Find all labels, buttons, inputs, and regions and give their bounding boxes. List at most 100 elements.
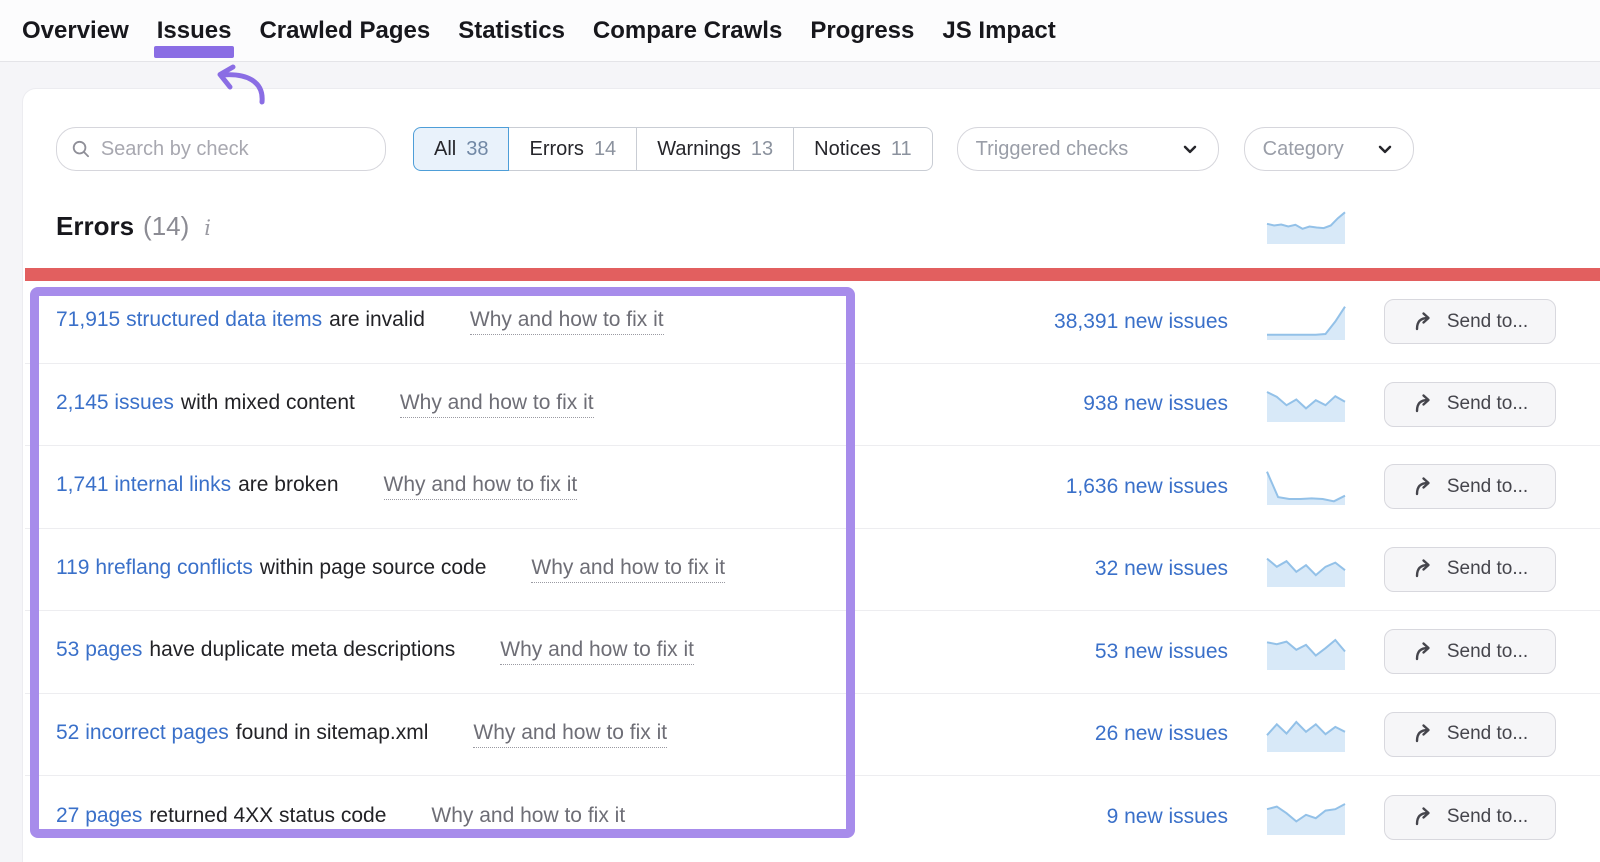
tab-statistics[interactable]: Statistics <box>458 17 565 45</box>
trend-sparkline <box>1266 798 1346 836</box>
issue-text: have duplicate meta descriptions <box>149 638 455 662</box>
issue-text: with mixed content <box>181 391 355 415</box>
issue-row: 2,145 issues with mixed content Why and … <box>25 364 1600 447</box>
filter-count: 13 <box>751 138 773 161</box>
filter-label: Notices <box>814 138 881 161</box>
top-nav: Overview Issues Crawled Pages Statistics… <box>0 0 1600 62</box>
tab-crawled-pages[interactable]: Crawled Pages <box>259 17 430 45</box>
send-to-button[interactable]: Send to... <box>1384 712 1556 757</box>
filter-label: Errors <box>529 138 583 161</box>
issue-link[interactable]: 27 pages <box>56 804 142 828</box>
tab-overview[interactable]: Overview <box>22 17 129 45</box>
filter-notices[interactable]: Notices 11 <box>794 127 932 171</box>
issues-table: 71,915 structured data items are invalid… <box>25 281 1600 859</box>
issue-link[interactable]: 119 hreflang conflicts <box>56 556 253 580</box>
issue-row: 52 incorrect pages found in sitemap.xml … <box>25 694 1600 777</box>
issue-text: are broken <box>238 473 338 497</box>
dropdown-label: Triggered checks <box>976 138 1129 161</box>
section-count: (14) <box>143 211 189 242</box>
trend-sparkline <box>1266 633 1346 671</box>
filter-count: 11 <box>891 138 912 161</box>
issue-row: 1,741 internal links are broken Why and … <box>25 446 1600 529</box>
why-how-to-fix-link[interactable]: Why and how to fix it <box>400 391 594 418</box>
why-how-to-fix-link[interactable]: Why and how to fix it <box>531 556 725 583</box>
search-by-check <box>56 127 386 171</box>
why-how-to-fix-link[interactable]: Why and how to fix it <box>473 721 667 748</box>
send-to-button[interactable]: Send to... <box>1384 629 1556 674</box>
send-to-label: Send to... <box>1447 806 1528 828</box>
trend-sparkline <box>1266 468 1346 506</box>
trend-sparkline <box>1266 715 1346 753</box>
issue-link[interactable]: 71,915 structured data items <box>56 308 322 332</box>
new-issues-link[interactable]: 26 new issues <box>1095 722 1228 745</box>
dropdown-label: Category <box>1263 138 1344 161</box>
filter-count: 38 <box>466 138 488 161</box>
section-title: Errors <box>56 211 134 242</box>
issue-text: found in sitemap.xml <box>236 721 429 745</box>
new-issues-link[interactable]: 38,391 new issues <box>1054 310 1228 333</box>
triggered-checks-dropdown[interactable]: Triggered checks <box>957 127 1219 171</box>
forward-arrow-icon <box>1412 640 1436 664</box>
filter-warnings[interactable]: Warnings 13 <box>637 127 794 171</box>
issue-row: 27 pages returned 4XX status code Why an… <box>25 776 1600 859</box>
issue-link[interactable]: 1,741 internal links <box>56 473 231 497</box>
trend-sparkline <box>1266 550 1346 588</box>
issue-link[interactable]: 53 pages <box>56 638 142 662</box>
new-issues-link[interactable]: 9 new issues <box>1107 805 1228 828</box>
issue-row: 53 pages have duplicate meta description… <box>25 611 1600 694</box>
send-to-label: Send to... <box>1447 641 1528 663</box>
errors-severity-bar <box>25 268 1600 281</box>
info-icon[interactable]: i <box>204 216 211 240</box>
search-input[interactable] <box>101 138 371 161</box>
forward-arrow-icon <box>1412 310 1436 334</box>
issue-row: 119 hreflang conflicts within page sourc… <box>25 529 1600 612</box>
filter-all[interactable]: All 38 <box>413 127 509 171</box>
category-dropdown[interactable]: Category <box>1244 127 1414 171</box>
why-how-to-fix-link[interactable]: Why and how to fix it <box>500 638 694 665</box>
forward-arrow-icon <box>1412 392 1436 416</box>
issue-link[interactable]: 2,145 issues <box>56 391 174 415</box>
trend-sparkline <box>1266 385 1346 423</box>
errors-section-header: Errors (14) i <box>56 211 211 242</box>
send-to-button[interactable]: Send to... <box>1384 464 1556 509</box>
new-issues-link[interactable]: 53 new issues <box>1095 640 1228 663</box>
chevron-down-icon <box>1180 139 1200 159</box>
tab-progress[interactable]: Progress <box>810 17 914 45</box>
filter-label: All <box>434 138 456 161</box>
issues-panel: All 38 Errors 14 Warnings 13 Notices 11 … <box>22 88 1600 862</box>
new-issues-link[interactable]: 938 new issues <box>1083 392 1228 415</box>
forward-arrow-icon <box>1412 722 1436 746</box>
new-issues-link[interactable]: 1,636 new issues <box>1066 475 1228 498</box>
send-to-button[interactable]: Send to... <box>1384 382 1556 427</box>
filter-count: 14 <box>594 138 616 161</box>
issue-text: within page source code <box>260 556 486 580</box>
tab-issues[interactable]: Issues <box>157 17 232 45</box>
send-to-label: Send to... <box>1447 558 1528 580</box>
search-icon <box>71 138 91 160</box>
forward-arrow-icon <box>1412 805 1436 829</box>
send-to-button[interactable]: Send to... <box>1384 795 1556 840</box>
send-to-label: Send to... <box>1447 311 1528 333</box>
errors-trend-sparkline <box>1266 207 1346 245</box>
issue-link[interactable]: 52 incorrect pages <box>56 721 229 745</box>
why-how-to-fix-link[interactable]: Why and how to fix it <box>470 308 664 335</box>
forward-arrow-icon <box>1412 557 1436 581</box>
filter-errors[interactable]: Errors 14 <box>509 127 637 171</box>
why-how-to-fix-link[interactable]: Why and how to fix it <box>431 804 625 831</box>
issue-text: are invalid <box>329 308 425 332</box>
issue-row: 71,915 structured data items are invalid… <box>25 281 1600 364</box>
send-to-label: Send to... <box>1447 476 1528 498</box>
forward-arrow-icon <box>1412 475 1436 499</box>
chevron-down-icon <box>1375 139 1395 159</box>
filter-label: Warnings <box>657 138 741 161</box>
tab-js-impact[interactable]: JS Impact <box>942 17 1055 45</box>
send-to-label: Send to... <box>1447 723 1528 745</box>
send-to-label: Send to... <box>1447 393 1528 415</box>
send-to-button[interactable]: Send to... <box>1384 547 1556 592</box>
issue-text: returned 4XX status code <box>149 804 386 828</box>
send-to-button[interactable]: Send to... <box>1384 299 1556 344</box>
why-how-to-fix-link[interactable]: Why and how to fix it <box>384 473 578 500</box>
tab-compare-crawls[interactable]: Compare Crawls <box>593 17 782 45</box>
new-issues-link[interactable]: 32 new issues <box>1095 557 1228 580</box>
severity-filter-group: All 38 Errors 14 Warnings 13 Notices 11 <box>414 127 933 171</box>
